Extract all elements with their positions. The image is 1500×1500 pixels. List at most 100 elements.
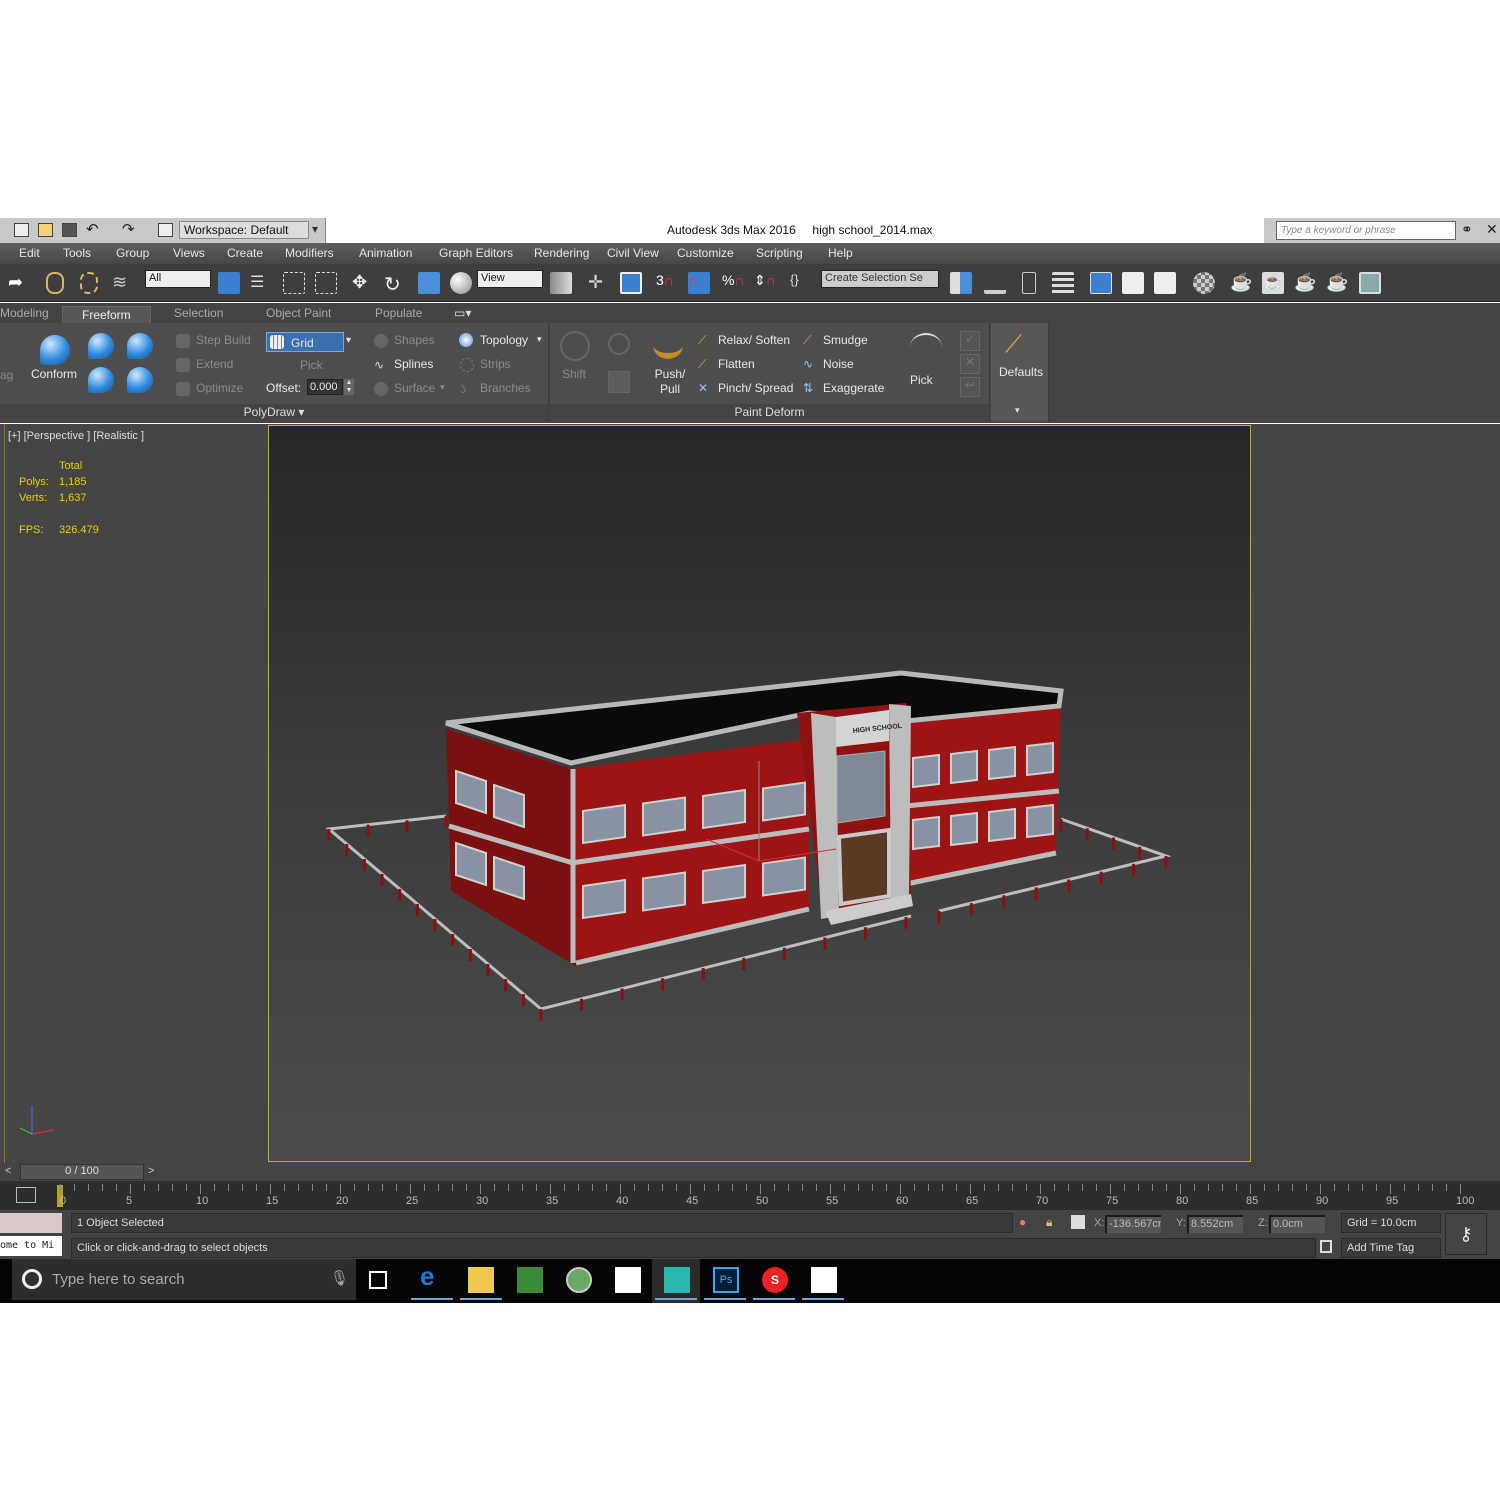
extend-button[interactable]: Extend [196,357,233,371]
menu-group[interactable]: Group [116,246,149,260]
percent-snap-icon[interactable]: %∩ [722,272,745,294]
render-in-cloud-icon[interactable] [1359,272,1381,294]
qat-menu-icon[interactable]: ▾ [312,222,318,236]
network-card-icon[interactable] [517,1267,543,1293]
add-time-tag[interactable]: Add Time Tag [1341,1238,1441,1258]
shapes-button[interactable]: Shapes [394,333,435,347]
optimize-button[interactable]: Optimize [196,381,243,395]
z-coordinate-input[interactable]: 0.0cm [1269,1215,1325,1233]
globe-app-icon[interactable] [566,1267,592,1293]
infocenter-search-input[interactable]: Type a keyword or phrase [1276,221,1456,240]
time-prev-button[interactable]: < [5,1165,11,1177]
3ds-max-icon[interactable] [664,1267,690,1293]
pivot-center-icon[interactable] [550,272,572,294]
taskbar-search[interactable]: Type here to search 🎙︎ [12,1259,356,1300]
photos-icon[interactable] [811,1267,837,1293]
layer-explorer-icon[interactable] [1052,272,1074,294]
grid-dropdown[interactable]: Grid [266,332,344,352]
step-build-button[interactable]: Step Build [196,333,251,347]
menu-create[interactable]: Create [227,246,263,260]
commit-check-icon[interactable]: ✓ [960,331,980,351]
defaults-button[interactable]: Defaults [999,365,1043,379]
conform-rotate-icon[interactable] [127,333,153,359]
tab-modeling[interactable]: Modeling [0,306,49,320]
menu-scripting[interactable]: Scripting [756,246,803,260]
align-icon[interactable] [984,272,1006,294]
branches-button[interactable]: Branches [480,381,531,395]
snap-toggle-icon[interactable]: 3∩ [656,272,678,294]
manipulate-icon[interactable]: ✛ [588,272,610,294]
x-coordinate-input[interactable]: -136.567cm [1105,1215,1161,1233]
time-slider[interactable]: < 0 / 100 > [0,1163,1500,1181]
new-file-icon[interactable] [14,223,29,237]
unlink-icon[interactable] [80,272,98,294]
menu-edit[interactable]: Edit [19,246,40,260]
noise-button[interactable]: Noise [823,357,854,371]
menu-views[interactable]: Views [173,246,205,260]
viewport-clipping-icon[interactable] [1320,1240,1332,1253]
render-production-icon[interactable]: ☕ [1294,272,1316,294]
surface-chevron-icon[interactable]: ▾ [440,382,445,393]
menu-help[interactable]: Help [828,246,853,260]
conform-label[interactable]: Conform [31,367,77,381]
pick-button[interactable]: Pick [300,358,323,372]
menu-modifiers[interactable]: Modifiers [285,246,334,260]
schematic-view-icon[interactable] [1154,272,1176,294]
reference-coordinate-dropdown[interactable]: View [477,270,543,288]
place-icon[interactable] [450,272,472,294]
building-model[interactable]: HIGH SCHOOL [269,426,1252,1163]
track-bar[interactable]: 0 5 10 15 20 25 30 35 40 45 50 55 60 65 70 75 80 85 90 95 10… [0,1181,1500,1210]
flatten-button[interactable]: Flatten [718,357,755,371]
edge-icon[interactable]: e [420,1261,446,1291]
select-and-link-icon[interactable] [46,272,64,294]
selection-filter-dropdown[interactable]: All [145,270,211,288]
menu-civil-view[interactable]: Civil View [607,246,659,260]
named-selection-sets-dropdown[interactable]: Create Selection Se [821,270,939,288]
communication-icon[interactable]: ✕ [1486,221,1498,238]
defaults-chevron-icon[interactable]: ▾ [1015,405,1020,416]
conform-brush-icon[interactable] [40,335,70,365]
curve-editor-icon[interactable] [1122,272,1144,294]
conform-relax-icon[interactable] [127,367,153,393]
selection-lock-icon[interactable]: 🔒︎ [1046,1215,1052,1230]
absolute-mode-icon[interactable] [1071,1215,1085,1229]
bind-space-warp-icon[interactable]: ≋ [112,272,134,294]
select-by-name-icon[interactable]: ☰ [250,272,272,294]
window-crossing-icon[interactable] [315,272,337,294]
smudge-button[interactable]: Smudge [823,333,868,347]
cancel-x-icon[interactable]: ✕ [960,354,980,374]
project-folder-icon[interactable] [158,223,173,237]
offset-input[interactable]: 0.000 [307,379,343,395]
taskbar-search-input[interactable]: Type here to search [52,1271,185,1288]
rotate-icon[interactable]: ↻ [384,272,406,296]
menu-tools[interactable]: Tools [63,246,91,260]
exaggerate-button[interactable]: Exaggerate [823,381,884,395]
viewport-label-menu[interactable]: [+] [Perspective ] [Realistic ] [8,430,144,442]
menu-graph-editors[interactable]: Graph Editors [439,246,513,260]
render-setup-icon[interactable]: ☕ [1230,272,1252,294]
scene-explorer-icon[interactable] [1022,272,1036,294]
save-icon[interactable] [62,223,77,237]
curve-editor-mini-icon[interactable] [16,1187,36,1203]
shift-button[interactable]: Shift [562,367,586,381]
spinner-snap-icon[interactable]: ⇕∩ [754,272,776,294]
edit-named-selection-icon[interactable]: {} [790,272,812,294]
file-explorer-icon[interactable] [468,1267,494,1293]
ribbon-toggle-icon[interactable] [1090,272,1112,294]
mirror-icon[interactable] [950,272,972,294]
undo-icon[interactable]: ↶ [86,220,99,238]
render-iterative-icon[interactable]: ☕ [1326,272,1348,294]
substance-icon[interactable]: S [762,1267,788,1293]
menu-rendering[interactable]: Rendering [534,246,589,260]
paint-deform-panel-title[interactable]: Paint Deform [550,404,989,421]
viewport-perspective[interactable]: HIGH SCHOOL [+] [Perspective ] [Realisti… [0,424,1500,1163]
push-pull-button[interactable]: Push/ Pull [653,367,687,397]
isolate-selection-icon[interactable]: ● [1019,1215,1026,1229]
safe-frame[interactable]: HIGH SCHOOL [268,425,1251,1162]
splines-button[interactable]: Splines [394,357,433,371]
grid-chevron-icon[interactable]: ▾ [346,335,351,346]
rectangular-selection-icon[interactable] [283,272,305,294]
time-slider-thumb[interactable]: 0 / 100 [20,1164,144,1180]
microphone-icon[interactable]: 🎙︎ [330,1269,349,1287]
maxscript-listener-input[interactable]: ome to Mi [0,1236,62,1256]
